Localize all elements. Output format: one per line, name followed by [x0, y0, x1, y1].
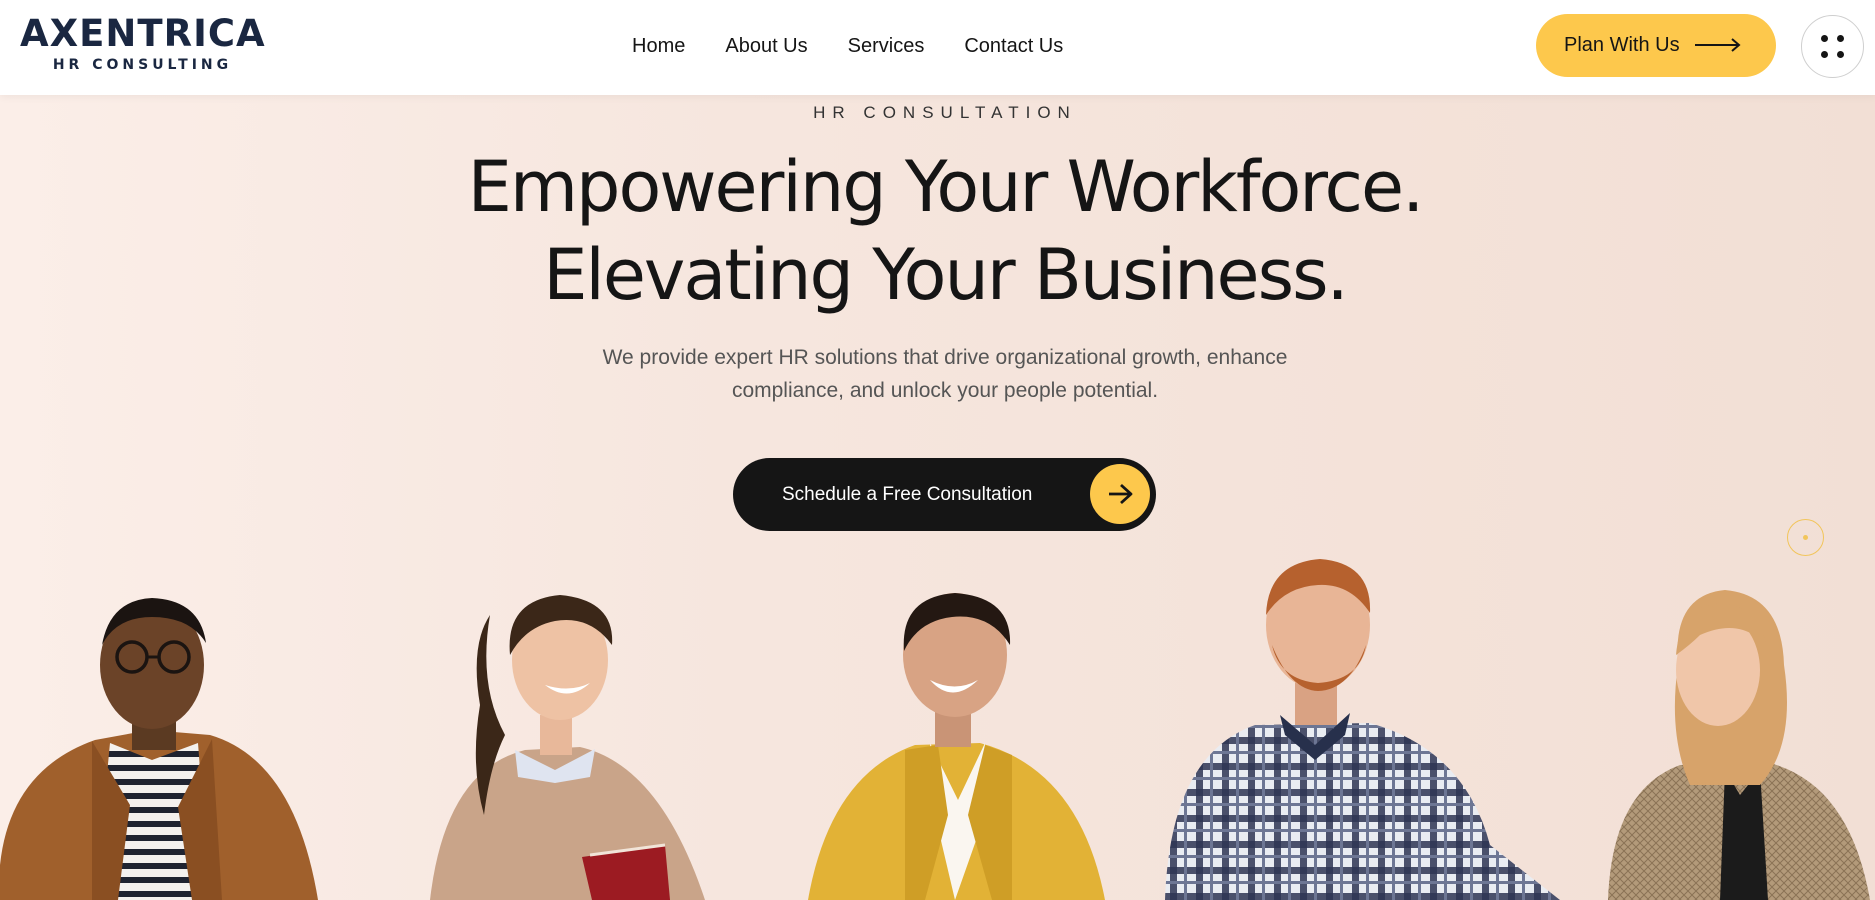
hero-section: HR CONSULTATION Empowering Your Workforc…	[0, 95, 1875, 900]
brand-logo[interactable]: AXENTRICA HR CONSULTING	[20, 14, 265, 76]
nav-item-about-us[interactable]: About Us	[725, 28, 807, 64]
main-nav: Home About Us Services Contact Us	[632, 28, 1063, 64]
hero-eyebrow: HR CONSULTATION	[813, 103, 1077, 122]
hero-headline: Empowering Your Workforce. Elevating You…	[0, 143, 1875, 319]
site-header: AXENTRICA HR CONSULTING Home About Us Se…	[0, 0, 1875, 95]
schedule-consultation-button[interactable]: Schedule a Free Consultation	[733, 458, 1156, 531]
scroll-indicator[interactable]	[1787, 519, 1824, 556]
scroll-indicator-dot	[1803, 535, 1808, 540]
person-2	[430, 595, 705, 900]
plan-with-us-label: Plan With Us	[1564, 34, 1680, 56]
nav-item-home[interactable]: Home	[632, 28, 685, 64]
nav-item-services[interactable]: Services	[848, 28, 925, 64]
brand-tagline: HR CONSULTING	[52, 57, 233, 73]
person-1	[0, 598, 318, 900]
subtext-line-2: compliance, and unlock your people poten…	[731, 379, 1159, 402]
headline-line-2: Elevating Your Business.	[543, 234, 1349, 316]
schedule-consultation-label: Schedule a Free Consultation	[782, 484, 1033, 505]
headline-line-1: Empowering Your Workforce.	[467, 146, 1425, 228]
subtext-line-1: We provide expert HR solutions that driv…	[602, 346, 1288, 369]
arrow-right-icon	[1695, 38, 1741, 52]
person-5	[1608, 590, 1870, 900]
cta-arrow-circle	[1090, 464, 1150, 524]
hero-subtext: We provide expert HR solutions that driv…	[570, 341, 1320, 407]
person-3	[808, 593, 1105, 900]
plan-with-us-button[interactable]: Plan With Us	[1536, 14, 1776, 77]
brand-name: AXENTRICA	[20, 12, 266, 55]
hero-team-photo	[0, 559, 1870, 900]
menu-button[interactable]	[1801, 15, 1864, 78]
person-4	[1165, 559, 1560, 900]
nav-item-contact-us[interactable]: Contact Us	[964, 28, 1063, 64]
arrow-right-icon	[1109, 483, 1133, 505]
